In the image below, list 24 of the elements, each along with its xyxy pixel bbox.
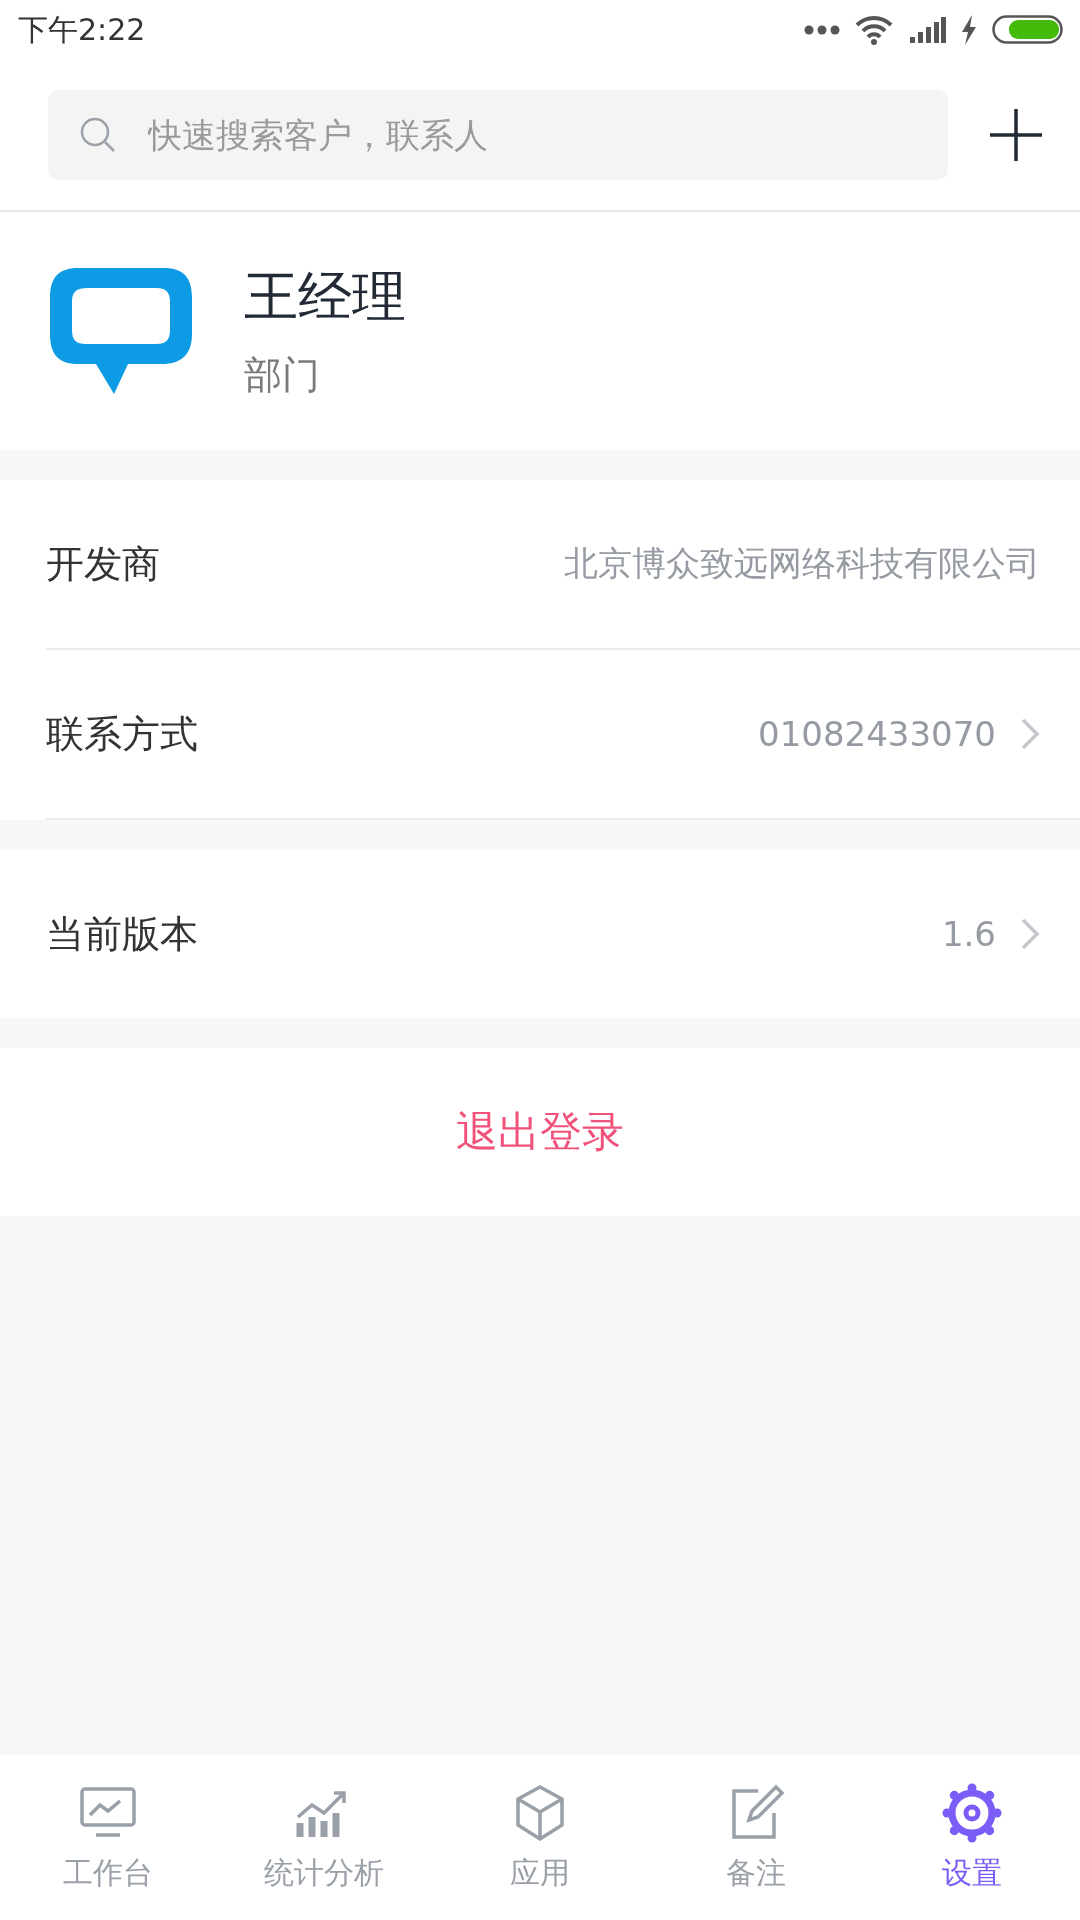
row-label: 开发商 xyxy=(46,540,160,588)
signal-icon xyxy=(908,17,946,43)
nav-tab[interactable]: 备注 xyxy=(648,1755,864,1920)
nav-tab[interactable]: 统计分析 xyxy=(216,1755,432,1920)
row-label: 联系方式 xyxy=(46,710,198,758)
nav-tab[interactable]: 设置 xyxy=(864,1755,1080,1920)
logout-button[interactable]: 退出登录 xyxy=(0,1048,1080,1216)
wifi-icon xyxy=(854,15,894,45)
battery-icon xyxy=(992,15,1064,45)
row-value: 01082433070 xyxy=(758,714,996,754)
row-label: 当前版本 xyxy=(46,910,198,958)
nav-tab[interactable]: 工作台 xyxy=(0,1755,216,1920)
row-value: 北京博众致远网络科技有限公司 xyxy=(564,542,1040,585)
charging-icon xyxy=(960,15,978,45)
settings-row[interactable]: 联系方式 01082433070 xyxy=(46,650,1080,820)
chat-bubble-logo-icon xyxy=(48,266,194,396)
add-button[interactable] xyxy=(988,107,1044,163)
more-dots-icon xyxy=(804,25,840,35)
row-value: 1.6 xyxy=(941,914,996,954)
settings-icon xyxy=(940,1781,1004,1845)
department-label: 部门 xyxy=(244,352,321,399)
status-time: 下午2:22 xyxy=(18,10,146,49)
user-name: 王经理 xyxy=(244,264,406,330)
nav-tab[interactable]: 应用 xyxy=(432,1755,648,1920)
